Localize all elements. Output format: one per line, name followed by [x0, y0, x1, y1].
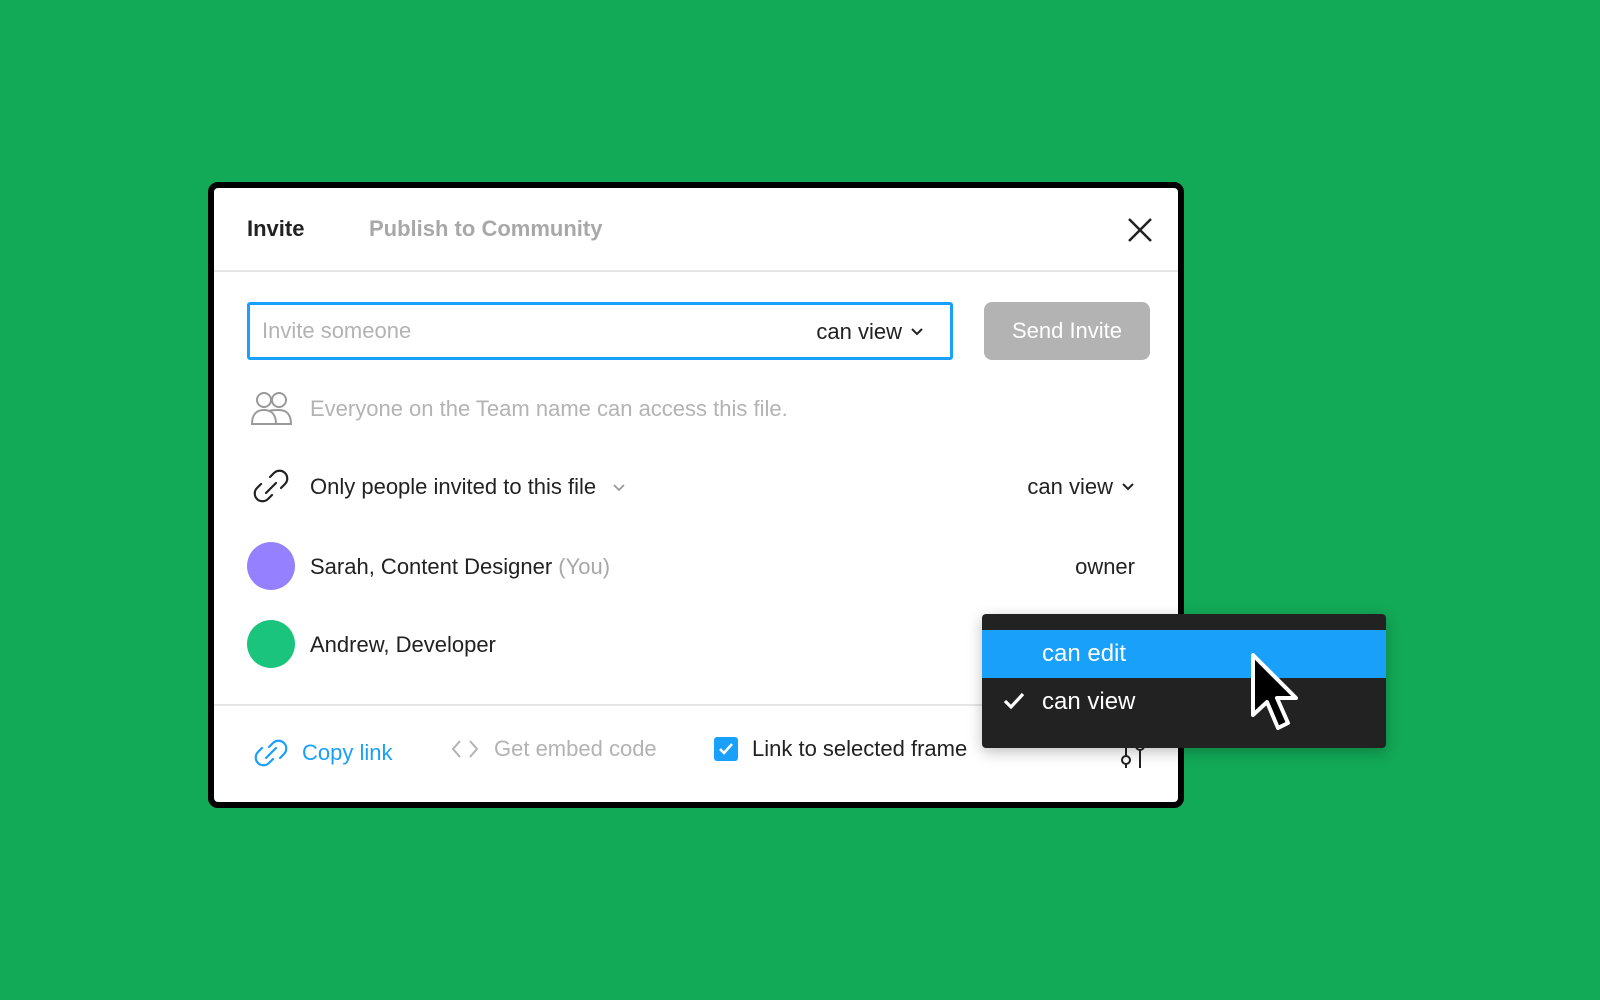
- person-role: owner: [1075, 554, 1135, 579]
- avatar: [247, 620, 295, 668]
- person-name-label: Sarah, Content Designer: [310, 554, 553, 579]
- tab-bar: Invite Publish to Community: [214, 188, 1178, 272]
- close-button[interactable]: [1122, 212, 1158, 248]
- menu-item-label: can view: [1042, 688, 1136, 715]
- menu-item-label: can edit: [1042, 640, 1127, 667]
- you-tag: (You): [558, 554, 611, 579]
- person-row: Sarah, Content Designer (You) owner: [247, 542, 1147, 592]
- checkmark-icon: [1003, 692, 1025, 710]
- chevron-down-icon: [1122, 483, 1134, 491]
- link-icon: [253, 469, 289, 503]
- person-name: Sarah, Content Designer (You): [310, 554, 610, 580]
- chevron-down-icon: [911, 328, 923, 336]
- tab-invite[interactable]: Invite: [247, 216, 304, 242]
- embed-label: Get embed code: [494, 736, 657, 761]
- link-to-frame-option: Link to selected frame: [714, 736, 967, 762]
- tab-publish-to-community[interactable]: Publish to Community: [369, 216, 602, 242]
- copy-link-label: Copy link: [302, 740, 393, 765]
- invite-input[interactable]: [262, 317, 762, 345]
- invite-permission-dropdown[interactable]: can view: [816, 319, 924, 345]
- get-embed-code-button[interactable]: Get embed code: [450, 736, 657, 762]
- link-access-dropdown[interactable]: Only people invited to this file: [310, 474, 628, 500]
- team-access-text: Everyone on the Team name can access thi…: [310, 396, 788, 421]
- copy-link-button[interactable]: Copy link: [254, 736, 392, 770]
- menu-item-can-view[interactable]: can view: [982, 678, 1386, 726]
- link-icon: [254, 739, 288, 767]
- link-to-frame-label: Link to selected frame: [752, 736, 968, 761]
- menu-item-can-edit[interactable]: can edit: [982, 630, 1386, 678]
- invite-field-wrapper: can view: [247, 302, 953, 360]
- chevron-down-icon: [613, 484, 625, 492]
- link-permission-dropdown[interactable]: can view: [1027, 474, 1135, 500]
- permission-dropdown-menu: can edit can view: [982, 614, 1386, 748]
- team-people-icon: [250, 392, 293, 425]
- link-to-frame-checkbox[interactable]: [714, 737, 738, 761]
- close-icon: [1128, 218, 1152, 242]
- pointer-cursor-icon: [1251, 653, 1298, 730]
- avatar: [247, 542, 295, 590]
- link-access-label: Only people invited to this file: [310, 474, 597, 499]
- person-name-label: Andrew, Developer: [310, 632, 496, 657]
- send-invite-button[interactable]: Send Invite: [984, 302, 1150, 360]
- team-access-row: Everyone on the Team name can access thi…: [247, 384, 1147, 434]
- checkmark-icon: [719, 743, 733, 755]
- link-access-row: Only people invited to this file can vie…: [247, 462, 1147, 512]
- code-brackets-icon: [451, 740, 479, 758]
- link-permission-label: can view: [1027, 474, 1113, 499]
- invite-permission-label: can view: [816, 319, 902, 344]
